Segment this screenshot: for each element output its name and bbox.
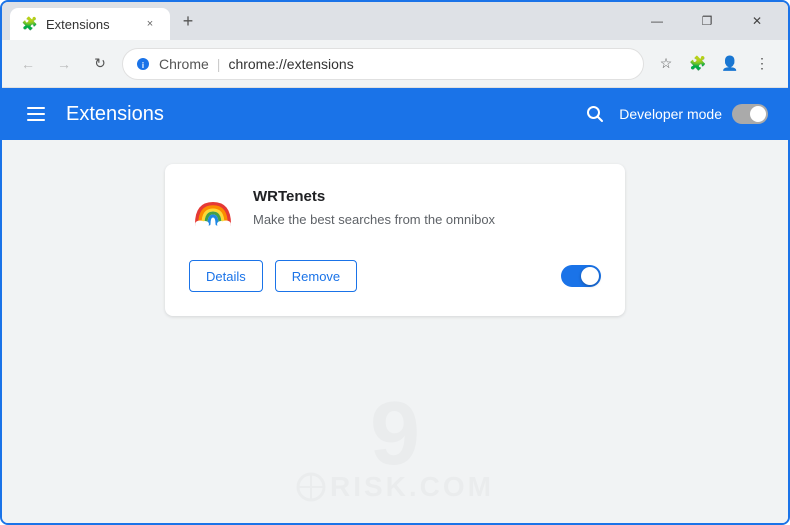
toolbar-icons: ☆ 🧩 👤 ⋮ — [652, 50, 776, 78]
watermark-text: RISK.COM — [330, 471, 494, 503]
extension-name: WRTenets — [253, 188, 601, 205]
close-button[interactable]: ✕ — [734, 6, 780, 36]
maximize-button[interactable]: ❐ — [684, 6, 730, 36]
active-tab[interactable]: 🧩 Extensions × — [10, 8, 170, 40]
address-bar: ← → ↻ i Chrome | chrome://extensions ☆ 🧩… — [2, 40, 788, 88]
developer-mode-label: Developer mode — [619, 106, 722, 122]
account-icon[interactable]: 👤 — [716, 50, 744, 78]
back-button[interactable]: ← — [14, 50, 42, 78]
secure-icon: i — [135, 56, 151, 72]
bookmark-icon[interactable]: ☆ — [652, 50, 680, 78]
toggle-knob — [750, 106, 766, 122]
url-bar[interactable]: i Chrome | chrome://extensions — [122, 48, 644, 80]
page-title: Extensions — [66, 103, 565, 126]
extensions-toolbar-icon[interactable]: 🧩 — [684, 50, 712, 78]
extension-card-footer: Details Remove — [189, 260, 601, 292]
browser-window: 🧩 Extensions × + — ❐ ✕ ← → ↻ i Chrome — [0, 0, 790, 525]
extension-description: Make the best searches from the omnibox — [253, 211, 601, 229]
chrome-menu-icon[interactable]: ⋮ — [748, 50, 776, 78]
hamburger-menu-button[interactable] — [22, 100, 50, 128]
extension-info: WRTenets Make the best searches from the… — [253, 188, 601, 229]
main-content: 9 RISK.COM — [2, 140, 788, 523]
new-tab-button[interactable]: + — [174, 7, 202, 35]
watermark: 9 RISK.COM — [296, 389, 494, 503]
reload-button[interactable]: ↻ — [86, 50, 114, 78]
window-controls: — ❐ ✕ — [634, 6, 780, 36]
url-separator: | — [217, 56, 221, 72]
tab-close-button[interactable]: × — [142, 16, 158, 32]
extension-card-header: WRTenets Make the best searches from the… — [189, 188, 601, 236]
chrome-brand-text: Chrome — [159, 56, 209, 72]
extension-card: WRTenets Make the best searches from the… — [165, 164, 625, 316]
tab-title: Extensions — [46, 17, 134, 32]
extensions-header: Extensions Developer mode — [2, 88, 788, 140]
remove-button[interactable]: Remove — [275, 260, 357, 292]
extension-toggle-knob — [581, 267, 599, 285]
svg-text:i: i — [142, 61, 144, 70]
tab-favicon: 🧩 — [22, 16, 38, 32]
extension-enable-toggle[interactable] — [561, 265, 601, 287]
url-path: chrome://extensions — [228, 56, 353, 72]
search-icon[interactable] — [581, 100, 609, 128]
minimize-button[interactable]: — — [634, 6, 680, 36]
developer-mode-toggle[interactable] — [732, 104, 768, 124]
tab-strip: 🧩 Extensions × + — [10, 2, 630, 40]
forward-button[interactable]: → — [50, 50, 78, 78]
developer-mode-section: Developer mode — [581, 100, 768, 128]
title-bar: 🧩 Extensions × + — ❐ ✕ — [2, 2, 788, 40]
details-button[interactable]: Details — [189, 260, 263, 292]
extension-icon — [189, 188, 237, 236]
